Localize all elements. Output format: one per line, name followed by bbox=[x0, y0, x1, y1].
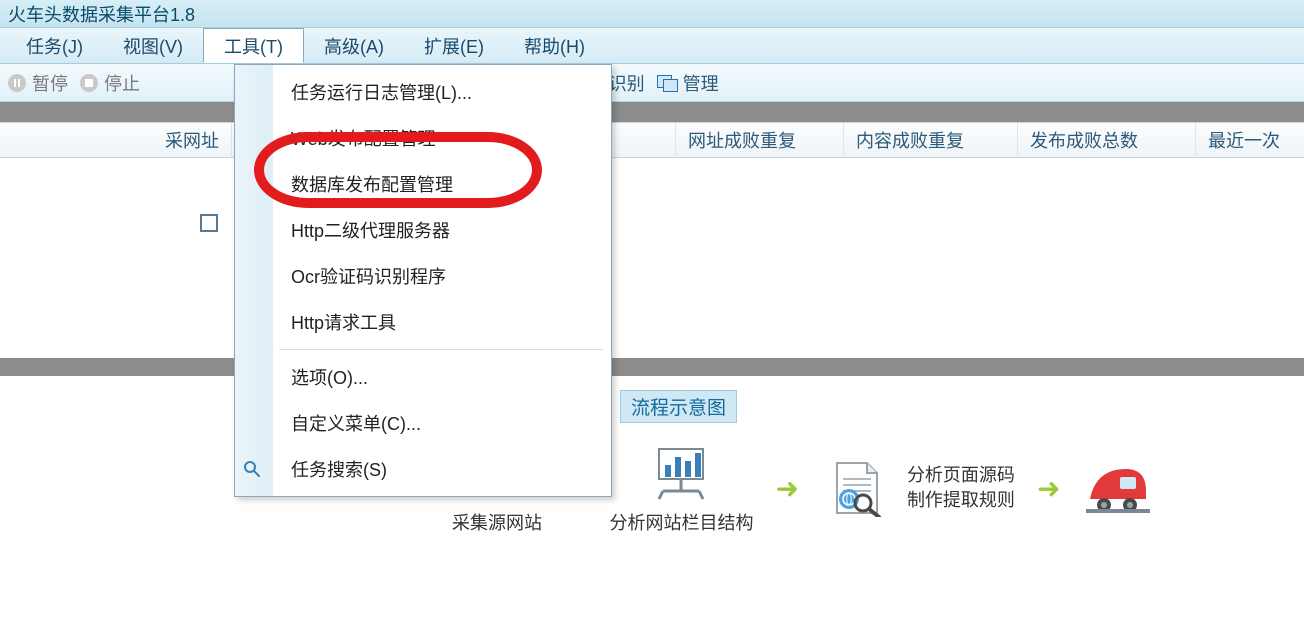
grey-strip-mid bbox=[0, 358, 1304, 376]
app-title: 火车头数据采集平台1.8 bbox=[8, 1, 195, 27]
dd-ocr-captcha[interactable]: Ocr验证码识别程序 bbox=[235, 253, 611, 299]
train-icon bbox=[1082, 457, 1154, 519]
pause-label: 暂停 bbox=[32, 70, 68, 96]
stop-icon bbox=[80, 74, 98, 92]
dropdown-separator bbox=[279, 349, 603, 350]
menu-view[interactable]: 视图(V) bbox=[103, 28, 203, 63]
dd-db-publish[interactable]: 数据库发布配置管理 bbox=[235, 161, 611, 207]
flow-step-3: 分析页面源码 制作提取规则 bbox=[821, 457, 1015, 519]
table-headers: 采网址 网址成败重复 内容成败重复 发布成败总数 最近一次 bbox=[0, 122, 1304, 158]
row-checkbox[interactable] bbox=[200, 214, 218, 232]
screens-button[interactable]: 管理 bbox=[657, 70, 719, 96]
pause-icon bbox=[8, 74, 26, 92]
dd-web-publish[interactable]: Web发布配置管理 bbox=[235, 115, 611, 161]
screens-label: 管理 bbox=[683, 70, 719, 96]
menu-tools[interactable]: 工具(T) bbox=[203, 28, 304, 63]
stop-button[interactable]: 停止 bbox=[80, 70, 140, 96]
flow-label-1: 采集源网站 bbox=[452, 509, 542, 535]
dd-options[interactable]: 选项(O)... bbox=[235, 354, 611, 400]
pause-button[interactable]: 暂停 bbox=[8, 70, 68, 96]
document-search-icon bbox=[821, 457, 893, 519]
toolbar: 暂停 停止 理 Or 识别 管理 bbox=[0, 64, 1304, 102]
dd-custom-menu[interactable]: 自定义菜单(C)... bbox=[235, 400, 611, 446]
flow-label-3: 分析页面源码 制作提取规则 bbox=[907, 463, 1015, 513]
menu-extensions[interactable]: 扩展(E) bbox=[404, 28, 504, 63]
menu-task[interactable]: 任务(J) bbox=[6, 28, 103, 63]
ocr-label: 识别 bbox=[609, 70, 645, 96]
dd-task-log[interactable]: 任务运行日志管理(L)... bbox=[235, 69, 611, 115]
search-icon bbox=[243, 460, 261, 478]
flow-title: 流程示意图 bbox=[620, 390, 737, 423]
menu-bar: 任务(J) 视图(V) 工具(T) 高级(A) 扩展(E) 帮助(H) bbox=[0, 28, 1304, 64]
menu-advanced[interactable]: 高级(A) bbox=[304, 28, 404, 63]
grid-area bbox=[0, 158, 1304, 358]
arrow-icon: ➜ bbox=[775, 472, 798, 505]
stop-label: 停止 bbox=[104, 70, 140, 96]
flow-step-2: 分析网站栏目结构 bbox=[609, 441, 753, 535]
dd-http-proxy[interactable]: Http二级代理服务器 bbox=[235, 207, 611, 253]
tools-dropdown: 任务运行日志管理(L)... Web发布配置管理 数据库发布配置管理 Http二… bbox=[234, 64, 612, 497]
screens-icon bbox=[657, 75, 677, 91]
flow-label-2: 分析网站栏目结构 bbox=[609, 509, 753, 535]
col-header-4[interactable]: 发布成败总数 bbox=[1018, 123, 1196, 157]
col-header-5[interactable]: 最近一次 bbox=[1196, 123, 1304, 157]
title-bar: 火车头数据采集平台1.8 bbox=[0, 0, 1304, 28]
col-header-3[interactable]: 内容成败重复 bbox=[844, 123, 1018, 157]
chart-icon bbox=[645, 441, 717, 503]
flow-step-4 bbox=[1082, 457, 1154, 519]
dd-http-tool[interactable]: Http请求工具 bbox=[235, 299, 611, 345]
dd-task-search[interactable]: 任务搜索(S) bbox=[235, 446, 611, 492]
flow-panel: 流程示意图 采集源网站 ➜ bbox=[0, 376, 1304, 545]
grey-strip-top bbox=[0, 102, 1304, 122]
col-header-1[interactable]: 采网址 bbox=[0, 123, 232, 157]
col-header-2[interactable]: 网址成败重复 bbox=[676, 123, 844, 157]
menu-help[interactable]: 帮助(H) bbox=[504, 28, 605, 63]
arrow-icon: ➜ bbox=[1037, 472, 1060, 505]
